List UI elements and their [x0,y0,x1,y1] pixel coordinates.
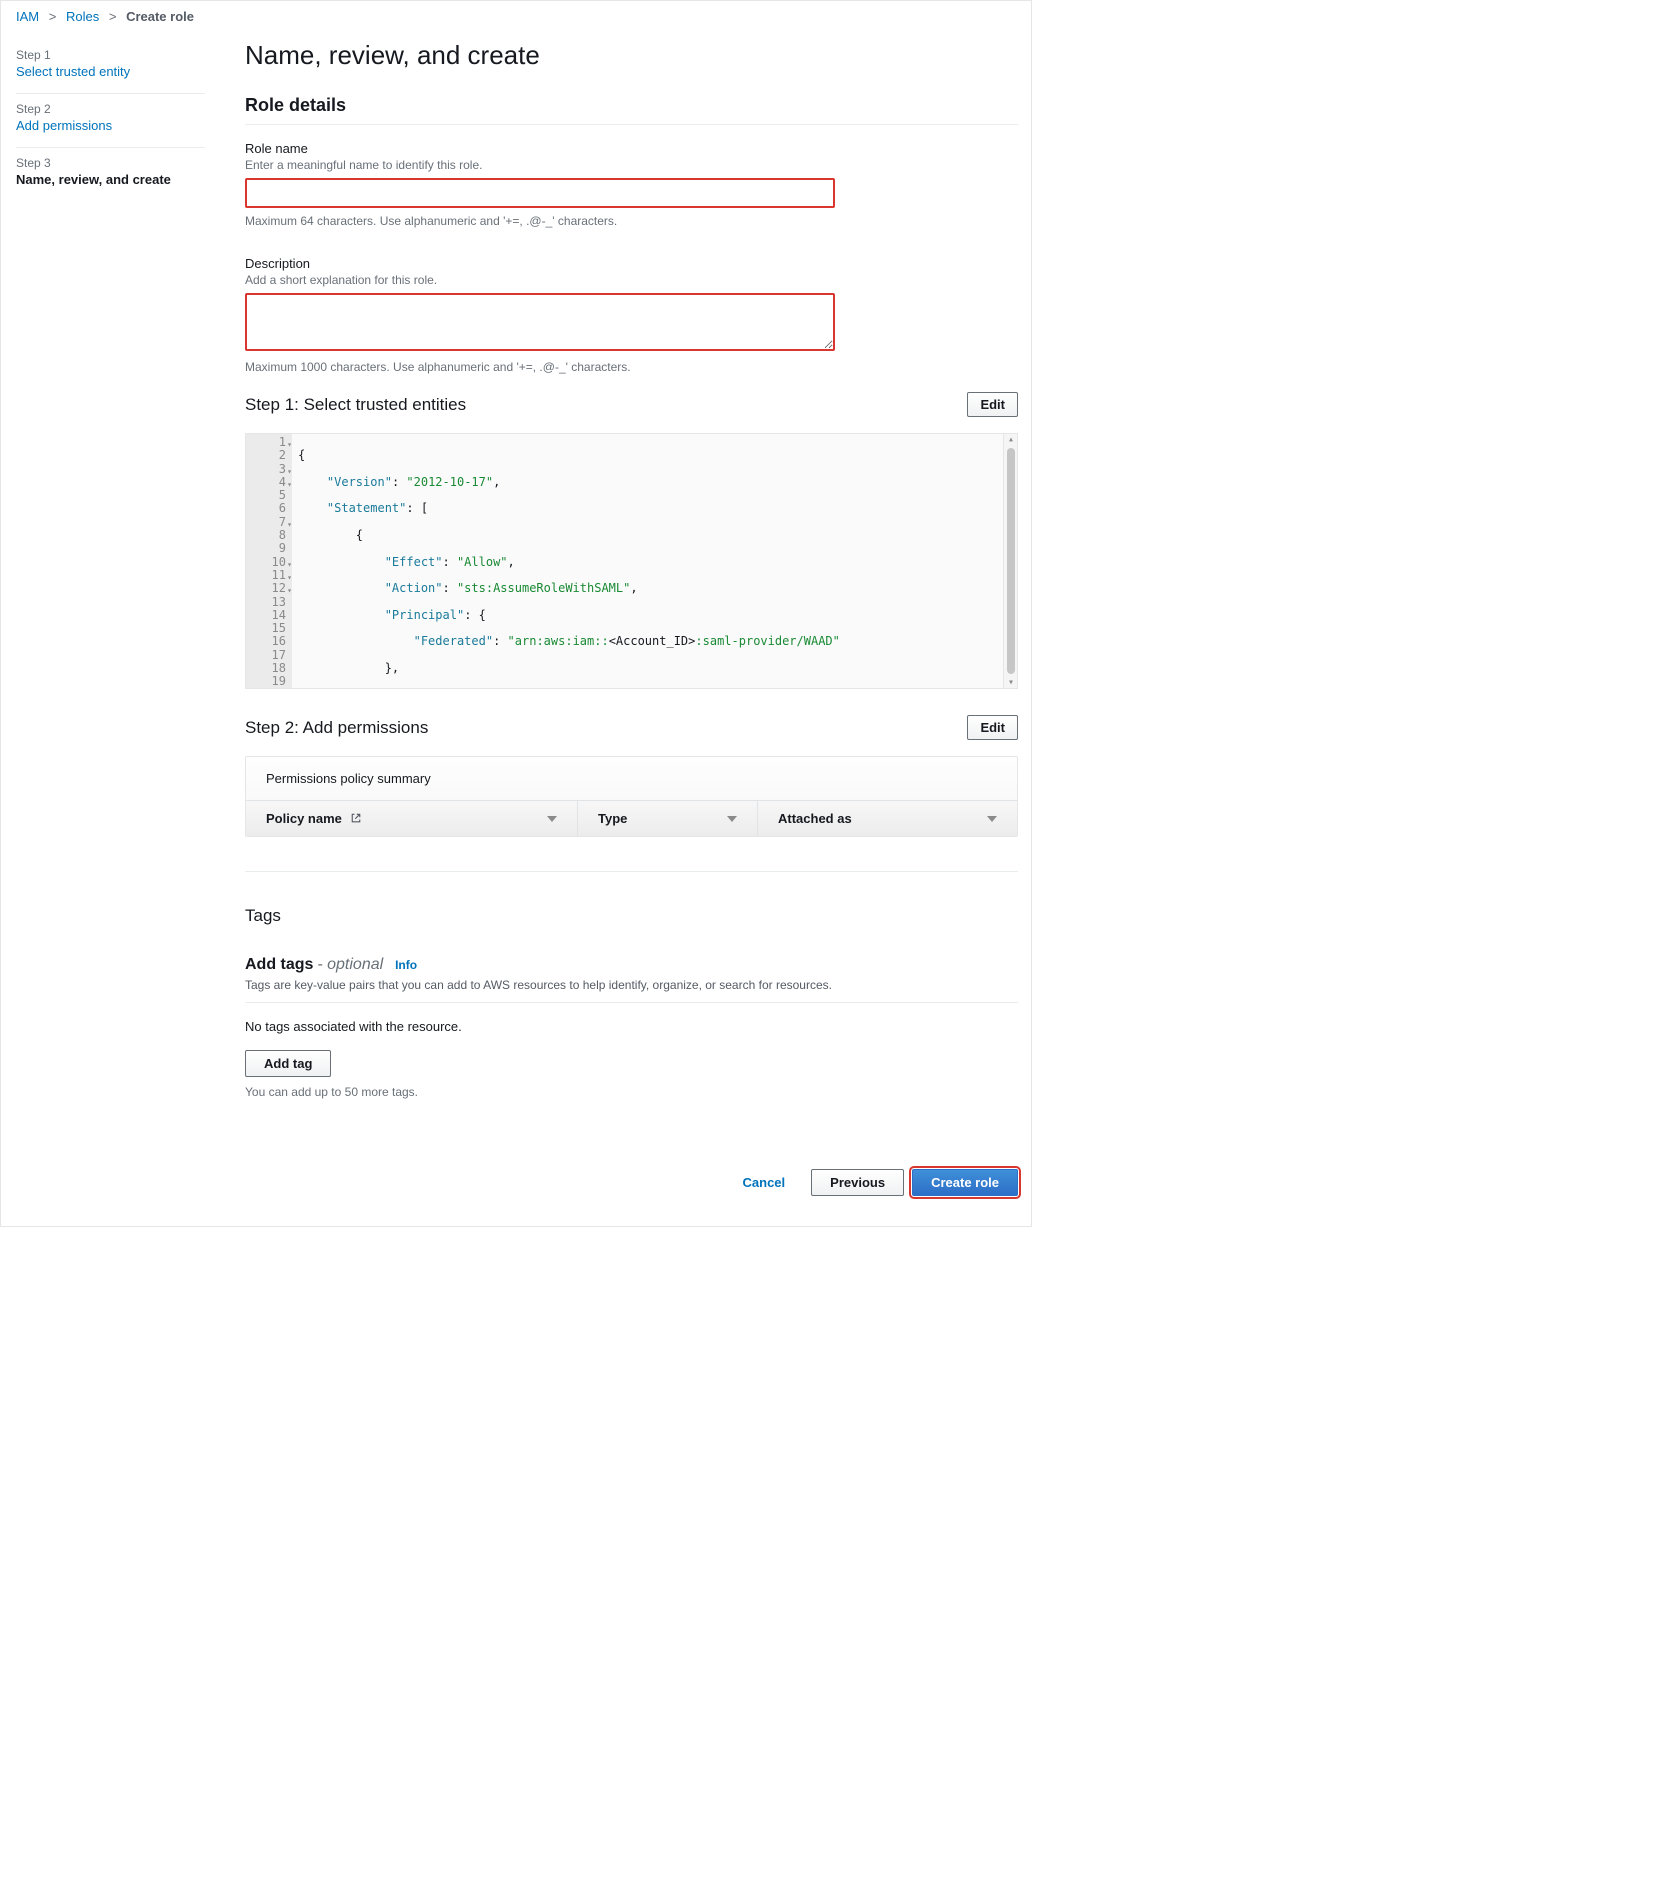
sort-icon[interactable] [727,816,737,822]
sort-icon[interactable] [547,816,557,822]
permissions-table-header: Policy name Type Attached as [246,800,1017,836]
wizard-step-1[interactable]: Step 1 Select trusted entity [16,40,205,94]
role-name-constraint: Maximum 64 characters. Use alphanumeric … [245,214,1018,228]
chevron-right-icon: > [49,9,57,24]
scroll-thumb[interactable] [1007,448,1015,674]
column-label: Policy name [266,811,342,826]
scroll-up-icon[interactable]: ▴ [1004,434,1018,445]
step-label: Step 3 [16,156,205,170]
column-attached-as[interactable]: Attached as [758,801,1017,836]
edit-permissions-button[interactable]: Edit [967,715,1018,740]
column-policy-name[interactable]: Policy name [246,801,578,836]
divider [245,1002,1018,1003]
tag-limit-text: You can add up to 50 more tags. [245,1085,1018,1099]
scrollbar[interactable]: ▴ ▾ [1003,434,1017,688]
description-constraint: Maximum 1000 characters. Use alphanumeri… [245,360,1018,374]
step2-title: Step 2: Add permissions [245,718,428,738]
wizard-sidebar: Step 1 Select trusted entity Step 2 Add … [1,30,215,1226]
tags-heading: Tags [245,906,1018,926]
permissions-panel: Permissions policy summary Policy name T… [245,756,1018,837]
wizard-step-3: Step 3 Name, review, and create [16,148,205,201]
breadcrumb-current: Create role [126,9,194,24]
wizard-step-2[interactable]: Step 2 Add permissions [16,94,205,148]
scroll-down-icon[interactable]: ▾ [1004,677,1018,688]
column-type[interactable]: Type [578,801,758,836]
previous-button[interactable]: Previous [811,1169,904,1196]
divider [245,871,1018,872]
column-label: Type [598,811,627,826]
description-help: Add a short explanation for this role. [245,273,1018,287]
tags-help-text: Tags are key-value pairs that you can ad… [245,978,1018,992]
column-label: Attached as [778,811,852,826]
step-label: Step 2 [16,102,205,116]
breadcrumb-iam[interactable]: IAM [16,9,39,24]
step-label: Step 1 [16,48,205,62]
code-gutter: 12345678910111213141516171819 [246,434,292,688]
step1-title: Step 1: Select trusted entities [245,395,466,415]
no-tags-message: No tags associated with the resource. [245,1019,1018,1034]
edit-trusted-entities-button[interactable]: Edit [967,392,1018,417]
chevron-right-icon: > [109,9,117,24]
step-title: Name, review, and create [16,172,205,187]
create-role-button[interactable]: Create role [912,1169,1018,1196]
trust-policy-editor[interactable]: 12345678910111213141516171819 { "Version… [245,433,1018,689]
info-link[interactable]: Info [395,958,417,972]
role-name-label: Role name [245,141,1018,156]
wizard-footer: Cancel Previous Create role [245,1099,1018,1206]
optional-label: - optional [317,956,383,973]
divider [245,124,1018,125]
permissions-panel-header: Permissions policy summary [246,757,1017,800]
description-input[interactable] [245,293,835,351]
role-name-help: Enter a meaningful name to identify this… [245,158,1018,172]
add-tags-title: Add tags [245,956,313,973]
step-title[interactable]: Add permissions [16,118,205,133]
step-title[interactable]: Select trusted entity [16,64,205,79]
breadcrumb-roles[interactable]: Roles [66,9,99,24]
role-name-input[interactable] [245,178,835,208]
cancel-button[interactable]: Cancel [725,1170,804,1195]
description-label: Description [245,256,1018,271]
breadcrumb: IAM > Roles > Create role [1,7,1031,30]
add-tag-button[interactable]: Add tag [245,1050,331,1077]
role-details-heading: Role details [245,95,1018,116]
external-link-icon [350,812,362,824]
code-content[interactable]: { "Version": "2012-10-17", "Statement": … [292,434,1003,688]
sort-icon[interactable] [987,816,997,822]
page-title: Name, review, and create [245,40,1018,71]
